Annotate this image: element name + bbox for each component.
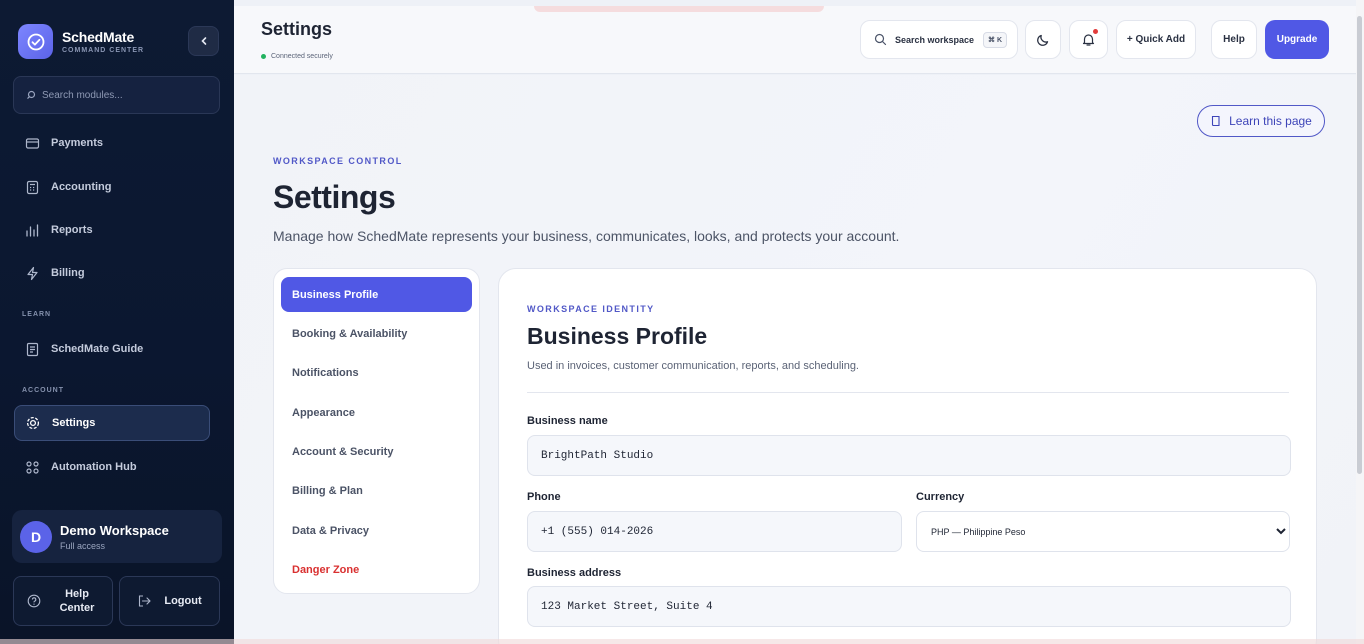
- status-dot-icon: [261, 54, 266, 59]
- upgrade-button[interactable]: Upgrade: [1265, 20, 1329, 59]
- settings-heading: Settings: [273, 179, 396, 215]
- business-address-input[interactable]: [527, 586, 1291, 627]
- brand-subtitle: COMMAND CENTER: [62, 47, 145, 54]
- topbar-glow: [534, 6, 824, 12]
- settings-tab-appearance[interactable]: Appearance: [281, 395, 472, 430]
- sidebar-item-payments[interactable]: Payments: [14, 125, 210, 161]
- module-search[interactable]: [13, 76, 220, 114]
- settings-nav: Business Profile Booking & Availability …: [273, 268, 480, 594]
- reports-icon: [24, 222, 40, 238]
- search-icon: [874, 33, 887, 46]
- page-title: Settings: [261, 19, 333, 39]
- settings-tab-booking-availability[interactable]: Booking & Availability: [281, 316, 472, 351]
- module-search-input[interactable]: [42, 89, 202, 101]
- currency-select[interactable]: PHP — Philippine Peso: [916, 511, 1290, 552]
- sidebar-item-label: Payments: [51, 137, 103, 149]
- settings-tab-account-security[interactable]: Account & Security: [281, 434, 472, 469]
- search-icon: [27, 90, 36, 100]
- guide-icon: [24, 341, 40, 357]
- divider: [527, 392, 1289, 393]
- main-content: Learn this page WORKSPACE CONTROL Settin…: [234, 75, 1356, 644]
- bell-icon: [1082, 34, 1095, 46]
- settings-tab-business-profile[interactable]: Business Profile: [281, 277, 472, 312]
- section-eyebrow: WORKSPACE CONTROL: [273, 156, 403, 166]
- sidebar-item-accounting[interactable]: Accounting: [14, 169, 210, 205]
- workspace-access: Full access: [60, 540, 106, 551]
- notification-badge: [1093, 29, 1098, 34]
- connection-status-text: Connected securely: [271, 53, 333, 60]
- quick-add-button[interactable]: + Quick Add: [1116, 20, 1196, 59]
- logout-button[interactable]: Logout: [119, 576, 220, 626]
- search-shortcut-badge: ⌘ K: [983, 31, 1008, 48]
- brand-name: SchedMate: [62, 29, 135, 45]
- accounting-icon: [24, 179, 40, 195]
- help-center-label: Help Center: [59, 588, 95, 614]
- workspace-search-label: Search workspace: [895, 34, 975, 45]
- brand-logo-icon: [18, 24, 53, 59]
- currency-label: Currency: [916, 491, 965, 503]
- settings-tab-notifications[interactable]: Notifications: [281, 355, 472, 390]
- brand[interactable]: SchedMate COMMAND CENTER: [18, 24, 144, 59]
- settings-icon: [25, 415, 41, 431]
- chevron-left-icon: [200, 37, 206, 45]
- settings-description: Manage how SchedMate represents your bus…: [273, 228, 900, 244]
- settings-tab-danger-zone[interactable]: Danger Zone: [281, 552, 472, 587]
- book-icon: [1212, 115, 1220, 127]
- sidebar-item-label: Automation Hub: [51, 461, 137, 473]
- card-description: Used in invoices, customer communication…: [527, 360, 859, 372]
- settings-tab-data-privacy[interactable]: Data & Privacy: [281, 513, 472, 548]
- scrollbar-thumb[interactable]: [1357, 16, 1362, 474]
- workspace-name: Demo Workspace: [60, 522, 169, 538]
- help-button[interactable]: Help: [1211, 20, 1257, 59]
- bottom-edge: [0, 639, 1364, 644]
- learn-section-label: LEARN: [22, 311, 52, 318]
- learn-this-page-label: Learn this page: [1229, 114, 1312, 128]
- business-address-label: Business address: [527, 567, 622, 579]
- help-icon: [27, 594, 41, 608]
- notifications-button[interactable]: [1069, 20, 1108, 59]
- help-center-button[interactable]: Help Center: [13, 576, 113, 626]
- sidebar-item-label: Reports: [51, 224, 93, 236]
- sidebar-item-automation-hub[interactable]: Automation Hub: [14, 449, 210, 485]
- moon-icon: [1036, 34, 1048, 46]
- theme-toggle-button[interactable]: [1025, 20, 1061, 59]
- account-section-label: ACCOUNT: [22, 387, 64, 394]
- phone-label: Phone: [527, 491, 561, 503]
- business-name-label: Business name: [527, 415, 608, 427]
- sidebar-item-label: SchedMate Guide: [51, 343, 144, 355]
- sidebar-item-settings[interactable]: Settings: [14, 405, 210, 441]
- topbar: Settings Connected securely Search works…: [234, 6, 1356, 74]
- business-name-input[interactable]: [527, 435, 1291, 476]
- sidebar-item-schedmate-guide[interactable]: SchedMate Guide: [14, 331, 210, 367]
- business-profile-card: WORKSPACE IDENTITY Business Profile Used…: [498, 268, 1317, 644]
- card-eyebrow: WORKSPACE IDENTITY: [527, 304, 655, 314]
- avatar: D: [20, 520, 52, 553]
- card-title: Business Profile: [527, 323, 708, 349]
- payments-icon: [24, 135, 40, 151]
- connection-status: Connected securely: [261, 53, 333, 60]
- sidebar-item-label: Billing: [51, 267, 85, 279]
- settings-tab-billing-plan[interactable]: Billing & Plan: [281, 473, 472, 508]
- phone-input[interactable]: [527, 511, 902, 552]
- automation-icon: [24, 459, 40, 475]
- sidebar-item-reports[interactable]: Reports: [14, 212, 210, 248]
- workspace-card[interactable]: D Demo Workspace Full access: [12, 510, 222, 563]
- collapse-sidebar-button[interactable]: [188, 26, 219, 56]
- sidebar: SchedMate COMMAND CENTER Payments Accoun…: [0, 0, 234, 644]
- logout-label: Logout: [164, 595, 202, 607]
- learn-this-page-button[interactable]: Learn this page: [1197, 105, 1325, 137]
- billing-icon: [24, 265, 40, 281]
- workspace-search-button[interactable]: Search workspace ⌘ K: [860, 20, 1018, 59]
- sidebar-item-label: Settings: [52, 417, 96, 429]
- sidebar-item-label: Accounting: [51, 181, 112, 193]
- logout-icon: [139, 595, 152, 607]
- sidebar-item-billing[interactable]: Billing: [14, 255, 210, 291]
